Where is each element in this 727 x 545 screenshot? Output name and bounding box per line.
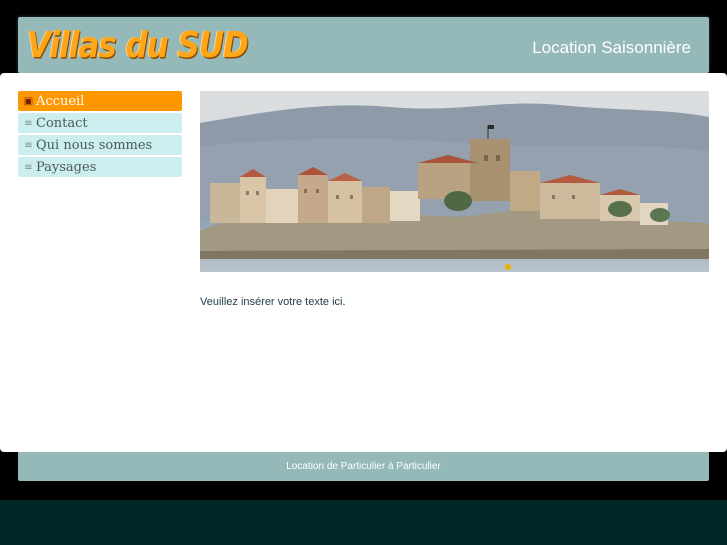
sidebar-nav: ▣ Accueil ≡ Contact ≡ Qui nous sommes ≡ …: [18, 91, 182, 179]
site-tagline: Location Saisonnière: [532, 38, 691, 57]
home-icon: ▣: [23, 95, 34, 107]
nav-item-accueil[interactable]: ▣ Accueil: [18, 91, 182, 111]
nav-item-contact[interactable]: ≡ Contact: [18, 113, 182, 133]
nav-item-qui-nous-sommes[interactable]: ≡ Qui nous sommes: [18, 135, 182, 155]
hero-image: [200, 91, 709, 272]
nav-item-label: Accueil: [36, 93, 85, 109]
body-text: Veuillez insérer votre texte ici.: [200, 296, 346, 308]
bottom-band: [0, 500, 727, 545]
site-header: Villas du SUD Location Saisonnière: [18, 17, 709, 73]
site-footer: Location de Particulier à Particulier: [18, 452, 709, 481]
list-icon: ≡: [24, 161, 33, 173]
main-content-panel: ▣ Accueil ≡ Contact ≡ Qui nous sommes ≡ …: [0, 73, 727, 452]
list-icon: ≡: [24, 117, 33, 129]
list-icon: ≡: [24, 139, 33, 151]
nav-item-label: Paysages: [36, 159, 97, 175]
site-logo[interactable]: Villas du SUD: [27, 25, 249, 66]
footer-text: Location de Particulier à Particulier: [286, 461, 441, 472]
nav-item-paysages[interactable]: ≡ Paysages: [18, 157, 182, 177]
nav-item-label: Contact: [36, 115, 88, 131]
nav-item-label: Qui nous sommes: [36, 137, 153, 153]
